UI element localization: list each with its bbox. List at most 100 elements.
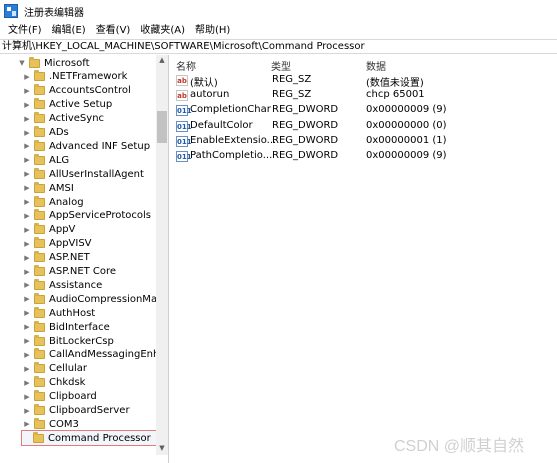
chevron-down-icon[interactable]: ▼ xyxy=(18,58,26,68)
tree-item[interactable]: ▶ Assistance xyxy=(23,278,102,292)
tree-item[interactable]: ▶ ALG xyxy=(23,153,69,167)
tree-item-label: AppV xyxy=(49,224,76,236)
tree-item[interactable]: ▶ ASP.NET Core xyxy=(23,265,116,279)
chevron-right-icon[interactable]: ▶ xyxy=(23,322,31,332)
folder-icon xyxy=(34,306,45,318)
chevron-right-icon[interactable]: ▶ xyxy=(23,253,31,263)
value-type: REG_SZ xyxy=(272,74,312,85)
tree-item[interactable]: ▶ AllUserInstallAgent xyxy=(23,167,144,181)
folder-icon xyxy=(33,431,44,443)
folder-icon xyxy=(34,278,45,290)
chevron-right-icon[interactable]: ▶ xyxy=(23,267,31,277)
tree-item-label: AllUserInstallAgent xyxy=(49,168,144,180)
tree-item[interactable]: ▶ BidInterface xyxy=(23,320,110,334)
chevron-right-icon[interactable]: ▶ xyxy=(23,406,31,416)
chevron-right-icon[interactable]: ▶ xyxy=(23,350,31,360)
values-list: 名称 类型 数据 ab (默认) REG_SZ (数值未设置) ab autorun REG… xyxy=(170,55,557,463)
tree-item[interactable]: ▶ AppV xyxy=(23,223,75,237)
tree-item[interactable]: ▶ ClipboardServer xyxy=(23,404,130,418)
tree-item[interactable]: ▶ Advanced INF Setup xyxy=(23,139,150,153)
value-name: (默认) xyxy=(190,78,218,89)
tree-item[interactable]: ▶ AudioCompressionMan xyxy=(23,292,163,306)
value-row[interactable]: 011 PathCompletio... REG_DWORD 0x00000009 (… xyxy=(170,149,557,164)
scroll-down-arrow-icon[interactable]: ▼ xyxy=(156,443,168,453)
title-bar: 注册表编辑器 xyxy=(0,0,557,22)
tree-item-label: Assistance xyxy=(49,279,103,291)
folder-icon xyxy=(34,139,45,151)
tree-item-selected[interactable]: Command Processor xyxy=(21,430,159,447)
address-bar[interactable]: 计算机\HKEY_LOCAL_MACHINE\SOFTWARE\Microsof… xyxy=(0,39,557,54)
value-name: autorun xyxy=(190,89,230,101)
menu-file[interactable]: 文件(F) xyxy=(3,23,47,38)
tree-item[interactable]: ▶ AppVISV xyxy=(23,237,92,251)
folder-icon xyxy=(34,209,45,221)
menu-help[interactable]: 帮助(H) xyxy=(190,23,235,38)
tree-item[interactable]: ▶ Cellular xyxy=(23,362,87,376)
value-row[interactable]: ab autorun REG_SZ chcp 65001 xyxy=(170,88,557,103)
chevron-right-icon[interactable]: ▶ xyxy=(23,128,31,138)
tree-scrollbar[interactable]: ▲ ▼ xyxy=(156,55,168,455)
tree-item-label: AuthHost xyxy=(49,307,96,319)
chevron-right-icon[interactable]: ▶ xyxy=(23,86,31,96)
tree-item[interactable]: ▶ COM3 xyxy=(23,417,79,431)
chevron-right-icon[interactable]: ▶ xyxy=(23,155,31,165)
folder-icon xyxy=(34,223,45,235)
chevron-right-icon[interactable]: ▶ xyxy=(23,72,31,82)
tree-item[interactable]: ▶ ActiveSync xyxy=(23,112,104,126)
tree-item[interactable]: ▶ BitLockerCsp xyxy=(23,334,114,348)
tree-item-root[interactable]: ▼ Microsoft xyxy=(18,56,90,70)
tree-item[interactable]: ▶ CallAndMessagingEnha xyxy=(23,348,165,362)
chevron-right-icon[interactable]: ▶ xyxy=(23,141,31,151)
tree-scroll-thumb[interactable] xyxy=(157,111,167,143)
chevron-right-icon[interactable]: ▶ xyxy=(23,100,31,110)
tree-item-label: BitLockerCsp xyxy=(49,335,114,347)
tree-item[interactable]: ▶ Chkdsk xyxy=(23,376,85,390)
chevron-right-icon[interactable]: ▶ xyxy=(23,392,31,402)
tree-item[interactable]: ▶ AppServiceProtocols xyxy=(23,209,151,223)
tree-item-label: Chkdsk xyxy=(49,377,86,389)
menu-favorites[interactable]: 收藏夹(A) xyxy=(135,23,190,38)
tree-item-label: ActiveSync xyxy=(49,113,105,125)
chevron-right-icon[interactable]: ▶ xyxy=(23,197,31,207)
value-name: DefaultColor xyxy=(190,119,253,131)
tree-item[interactable]: ▶ .NETFramework xyxy=(23,70,127,84)
chevron-right-icon[interactable]: ▶ xyxy=(23,308,31,318)
tree-item[interactable]: ▶ AuthHost xyxy=(23,306,95,320)
tree-item-label: ADs xyxy=(49,127,69,138)
chevron-right-icon[interactable]: ▶ xyxy=(23,169,31,179)
folder-icon xyxy=(34,417,45,429)
chevron-right-icon[interactable]: ▶ xyxy=(23,336,31,346)
value-row[interactable]: 011 CompletionChar REG_DWORD 0x00000009 (9) xyxy=(170,103,557,118)
tree-item[interactable]: ▶ Analog xyxy=(23,195,84,209)
value-name: PathCompletio... xyxy=(190,150,273,161)
value-data: 0x00000000 (0) xyxy=(366,119,447,131)
chevron-right-icon[interactable]: ▶ xyxy=(23,294,31,304)
chevron-right-icon[interactable]: ▶ xyxy=(23,183,31,193)
column-header-name[interactable]: 名称 xyxy=(176,58,196,73)
chevron-right-icon[interactable]: ▶ xyxy=(23,280,31,290)
tree-item[interactable]: ▶ Active Setup xyxy=(23,98,112,112)
chevron-right-icon[interactable]: ▶ xyxy=(23,378,31,388)
chevron-right-icon[interactable]: ▶ xyxy=(23,419,31,429)
chevron-right-icon[interactable]: ▶ xyxy=(23,211,31,221)
tree-item[interactable]: ▶ AccountsControl xyxy=(23,84,131,98)
chevron-right-icon[interactable]: ▶ xyxy=(23,239,31,249)
chevron-right-icon[interactable]: ▶ xyxy=(23,225,31,235)
column-header-type[interactable]: 类型 xyxy=(271,58,291,73)
value-row[interactable]: ab (默认) REG_SZ (数值未设置) xyxy=(170,73,557,89)
value-row[interactable]: 011 DefaultColor REG_DWORD 0x00000000 (0) xyxy=(170,119,557,134)
tree-item[interactable]: ▶ AMSI xyxy=(23,181,74,195)
tree-item[interactable]: ▶ ASP.NET xyxy=(23,251,90,265)
tree-item[interactable]: ▶ ADs xyxy=(23,126,69,140)
folder-icon xyxy=(34,251,45,263)
menu-edit[interactable]: 编辑(E) xyxy=(47,23,91,38)
column-header-data[interactable]: 数据 xyxy=(366,58,386,73)
chevron-right-icon[interactable]: ▶ xyxy=(23,114,31,124)
menu-view[interactable]: 查看(V) xyxy=(91,23,136,38)
folder-icon xyxy=(34,376,45,388)
tree-item[interactable]: ▶ Clipboard xyxy=(23,390,97,404)
value-row[interactable]: 011 EnableExtensio... REG_DWORD 0x00000001 … xyxy=(170,134,557,149)
tree-item-label: ALG xyxy=(49,154,70,166)
chevron-right-icon[interactable]: ▶ xyxy=(23,364,31,374)
scroll-up-arrow-icon[interactable]: ▲ xyxy=(156,55,168,65)
